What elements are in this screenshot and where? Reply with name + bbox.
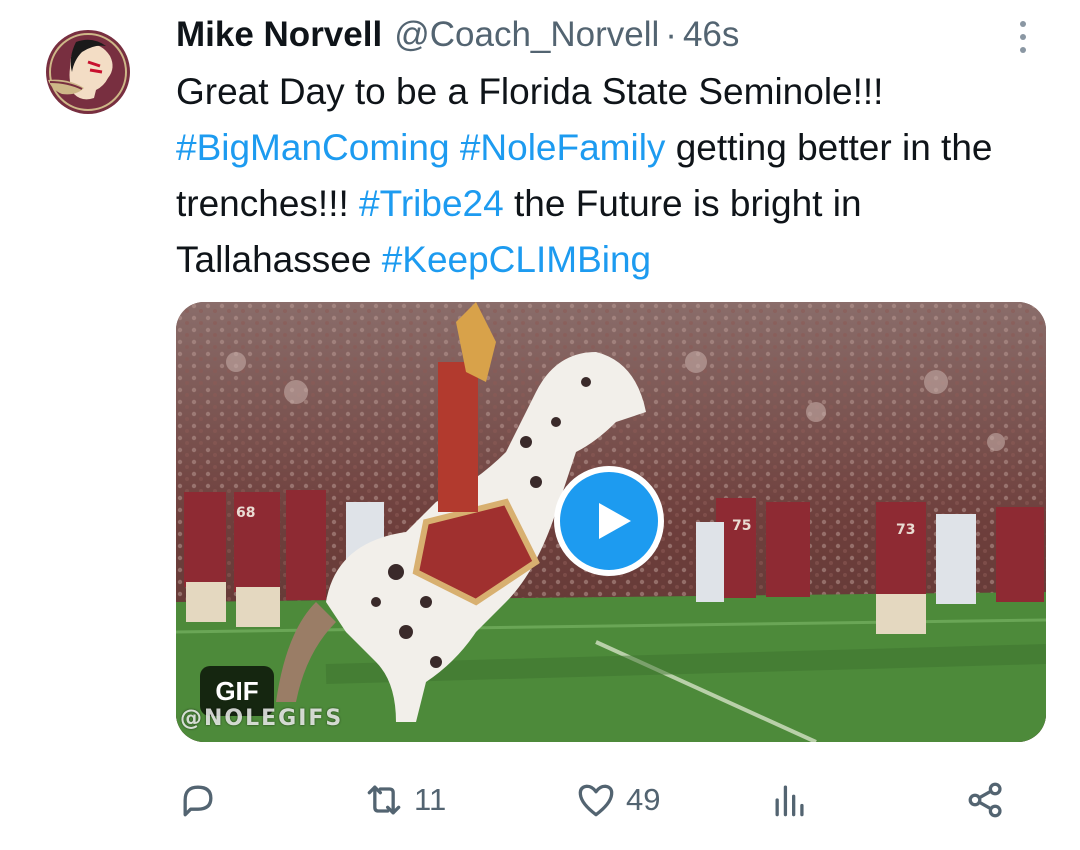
display-name[interactable]: Mike Norvell: [176, 12, 382, 58]
svg-text:68: 68: [236, 505, 255, 521]
reply-icon: [183, 785, 213, 817]
action-bar: 11 49: [176, 770, 1036, 830]
tweet-header: Mike Norvell @Coach_Norvell · 46s: [176, 12, 739, 58]
separator: ·: [665, 15, 677, 54]
share-icon: [968, 782, 1002, 818]
play-button[interactable]: [554, 466, 664, 576]
svg-text:75: 75: [732, 518, 751, 534]
play-icon: [599, 503, 631, 539]
gif-watermark: @NOLEGIFS: [180, 706, 344, 731]
reply-button[interactable]: [176, 770, 220, 830]
heart-icon: [578, 784, 614, 817]
like-count: 49: [626, 782, 661, 817]
timestamp[interactable]: 46s: [683, 12, 739, 58]
tweet-text: Great Day to be a Florida State Seminole…: [176, 64, 1056, 288]
retweet-button[interactable]: 11: [362, 770, 446, 830]
tweet-text-line1: Great Day to be a Florida State Seminole…: [176, 71, 884, 112]
avatar[interactable]: [38, 22, 138, 122]
more-options-button[interactable]: [1008, 14, 1038, 60]
handle[interactable]: @Coach_Norvell: [394, 12, 659, 58]
hashtag-keepclimbing[interactable]: #KeepCLIMBing: [382, 239, 651, 280]
retweet-count: 11: [414, 782, 447, 817]
hashtag-nolefamily[interactable]: #NoleFamily: [460, 127, 666, 168]
svg-text:73: 73: [896, 522, 915, 538]
hashtag-tribe24[interactable]: #Tribe24: [359, 183, 504, 224]
share-button[interactable]: [964, 770, 1008, 830]
like-button[interactable]: 49: [574, 770, 660, 830]
more-vertical-icon: [1020, 21, 1026, 27]
views-icon: [775, 785, 804, 817]
seminole-logo-icon: [46, 30, 130, 114]
gif-media[interactable]: 68 75 73 GIF @NOLEGIFS: [176, 302, 1046, 742]
retweet-icon: [367, 785, 401, 815]
hashtag-bigmancoming[interactable]: #BigManComing: [176, 127, 450, 168]
views-button[interactable]: [768, 770, 812, 830]
